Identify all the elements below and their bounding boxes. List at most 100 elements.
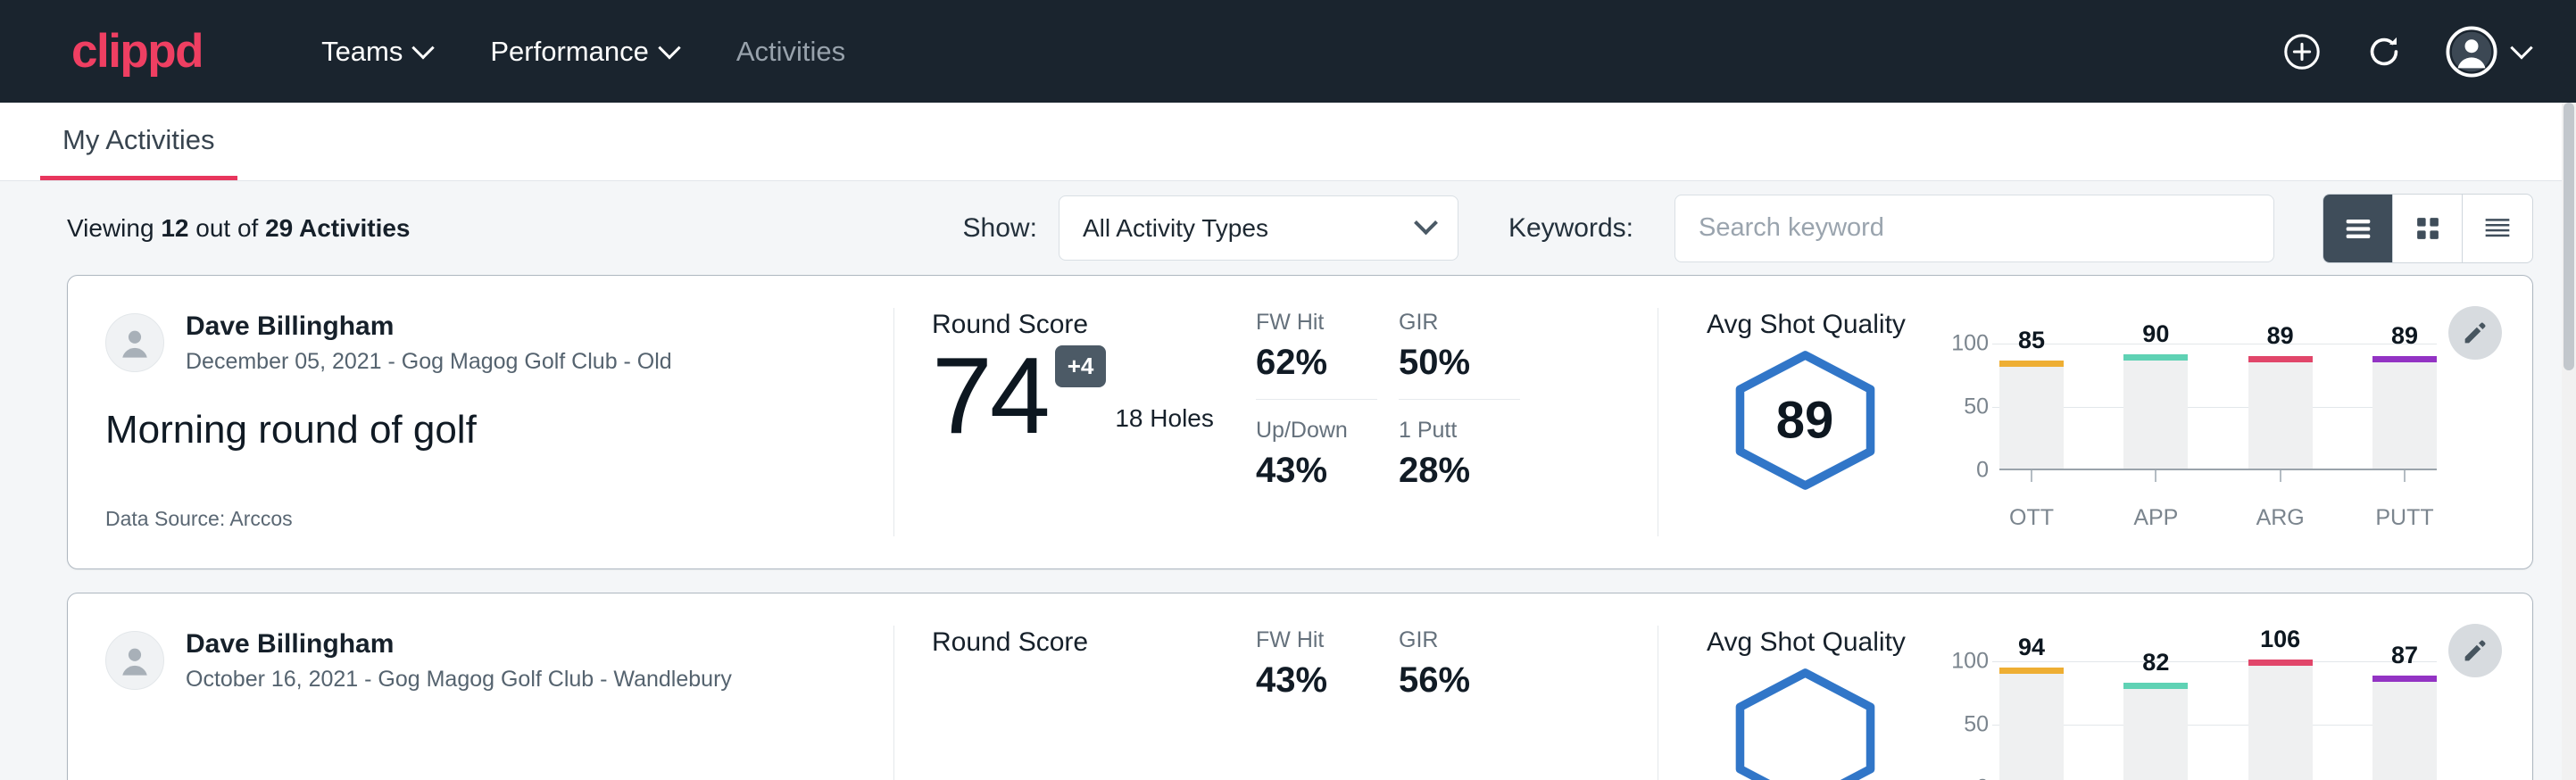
- nav-item-performance-label: Performance: [490, 36, 648, 68]
- nav-item-teams-label: Teams: [321, 36, 403, 68]
- edit-activity-button[interactable]: [2448, 306, 2502, 360]
- page-scrollbar[interactable]: [2562, 103, 2576, 780]
- stat-label: 1 Putt: [1399, 418, 1541, 444]
- activity-author: Dave Billingham October 16, 2021 - Gog M…: [105, 627, 893, 693]
- round-score-value: 74: [932, 345, 1048, 445]
- edit-activity-button[interactable]: [2448, 624, 2502, 677]
- y-axis-tick: 0: [1976, 776, 1989, 780]
- chevron-down-icon: [1414, 211, 1438, 235]
- tab-my-activities-label: My Activities: [62, 124, 215, 155]
- clippd-logo[interactable]: clippd: [71, 28, 203, 75]
- chevron-down-icon: [2510, 37, 2532, 59]
- add-activity-button[interactable]: [2281, 31, 2323, 72]
- x-axis-label: APP: [2123, 505, 2188, 531]
- bar-PUTT: 87: [2372, 676, 2437, 780]
- activity-meta: December 05, 2021 - Gog Magog Golf Club …: [186, 347, 672, 377]
- gridline: [1992, 661, 2437, 662]
- x-axis-tickmarks: [1999, 470, 2437, 482]
- shot-quality-hexagon: 89: [1727, 349, 1883, 492]
- viewing-middle: out of: [188, 214, 265, 242]
- stat-divider: [1256, 399, 1377, 400]
- bar-OTT: 85: [1999, 361, 2064, 469]
- refresh-button[interactable]: [2364, 31, 2405, 72]
- round-score-value-row: 74 +4 18 Holes: [932, 345, 1256, 445]
- bar-value-label: 87: [2372, 642, 2437, 669]
- bar-value-label: 90: [2123, 320, 2188, 348]
- x-axis-label: ARG: [2248, 505, 2313, 531]
- x-axis-tickmark: [2248, 470, 2313, 482]
- stat-up-down: Up/Down 43%: [1256, 418, 1399, 491]
- bar-value-label: 94: [1999, 634, 2064, 661]
- shot-quality-bar-chart: 050100 94 82 106 87 OTTAPPARGPUTT: [1935, 661, 2437, 780]
- viewing-total: 29 Activities: [265, 214, 410, 242]
- holes-played: 18 Holes: [1115, 404, 1214, 433]
- round-score-section: Round Score: [894, 593, 1256, 780]
- round-score-label: Round Score: [932, 627, 1256, 658]
- list-view-icon: [2340, 211, 2376, 246]
- activity-card[interactable]: Dave Billingham December 05, 2021 - Gog …: [67, 275, 2533, 569]
- author-name: Dave Billingham: [186, 310, 672, 344]
- bar-PUTT: 89: [2372, 356, 2437, 469]
- bar-APP: 82: [2123, 683, 2188, 780]
- activity-card[interactable]: Dave Billingham October 16, 2021 - Gog M…: [67, 593, 2533, 780]
- activity-summary: Dave Billingham December 05, 2021 - Gog …: [68, 276, 893, 568]
- activity-summary: Dave Billingham October 16, 2021 - Gog M…: [68, 593, 893, 780]
- scrollbar-thumb[interactable]: [2564, 103, 2574, 370]
- y-axis-tick: 100: [1951, 649, 1989, 675]
- bar-body: [2372, 682, 2437, 780]
- stat-label: FW Hit: [1256, 627, 1399, 653]
- author-name: Dave Billingham: [186, 627, 732, 661]
- bar-cap: [2248, 356, 2313, 362]
- bar-body: [2123, 361, 2188, 469]
- score-differential-badge: +4: [1055, 345, 1107, 387]
- nav-item-activities[interactable]: Activities: [707, 36, 875, 68]
- account-menu-button[interactable]: [2446, 26, 2530, 78]
- y-axis-tick: 0: [1976, 458, 1989, 484]
- bar-cap: [1999, 361, 2064, 367]
- bar-cap: [2372, 676, 2437, 682]
- nav-item-performance[interactable]: Performance: [461, 36, 706, 68]
- bar-value-label: 82: [2123, 649, 2188, 676]
- shot-quality-content: 89 050100 85 90 89 89: [1707, 344, 2532, 531]
- view-mode-compact-button[interactable]: [2463, 195, 2532, 262]
- bar-cap: [1999, 668, 2064, 674]
- stat-fw-hit: FW Hit 62%: [1256, 310, 1399, 383]
- stat-label: GIR: [1399, 310, 1541, 336]
- pencil-icon: [2461, 319, 2489, 347]
- activity-title: Morning round of golf: [105, 408, 893, 452]
- x-axis: OTTAPPARGPUTT: [1999, 505, 2437, 531]
- y-axis-tick: 50: [1964, 394, 1989, 420]
- page-tab-bar: My Activities: [0, 103, 2576, 181]
- stat-column-right: GIR 50% 1 Putt 28%: [1399, 310, 1541, 568]
- bars-container: 85 90 89 89: [1999, 344, 2437, 470]
- tab-my-activities[interactable]: My Activities: [40, 124, 237, 180]
- stat-value: 43%: [1256, 660, 1399, 701]
- bar-body: [1999, 367, 2064, 469]
- grid-view-icon: [2411, 212, 2445, 245]
- stat-value: 43%: [1256, 451, 1399, 491]
- pencil-icon: [2461, 636, 2489, 665]
- shot-quality-content: 050100 94 82 106 87 OTTAPPARGPUTT: [1707, 661, 2532, 780]
- bar-value-label: 89: [2248, 322, 2313, 350]
- bar-value-label: 89: [2372, 322, 2437, 350]
- y-axis-tick: 100: [1951, 331, 1989, 357]
- y-axis: 050100: [1935, 344, 1989, 470]
- bar-body: [1999, 674, 2064, 780]
- person-icon: [112, 320, 157, 365]
- activity-author: Dave Billingham December 05, 2021 - Gog …: [105, 310, 893, 376]
- search-input[interactable]: [1674, 195, 2274, 262]
- nav-item-teams[interactable]: Teams: [292, 36, 461, 68]
- primary-nav-links: Teams Performance Activities: [292, 36, 875, 68]
- plus-circle-icon: [2281, 31, 2323, 72]
- chevron-down-icon: [412, 37, 435, 59]
- bar-cap: [2123, 354, 2188, 361]
- x-axis-tickmark: [2372, 470, 2437, 482]
- filter-bar: Viewing 12 out of 29 Activities Show: Al…: [0, 181, 2576, 275]
- stat-label: GIR: [1399, 627, 1541, 653]
- viewing-count-text: Viewing 12 out of 29 Activities: [67, 214, 411, 243]
- view-mode-list-button[interactable]: [2323, 195, 2393, 262]
- activity-type-select[interactable]: All Activity Types: [1059, 195, 1458, 261]
- shot-quality-hexagon: [1727, 667, 1883, 780]
- view-mode-grid-button[interactable]: [2393, 195, 2463, 262]
- activity-meta: October 16, 2021 - Gog Magog Golf Club -…: [186, 665, 732, 694]
